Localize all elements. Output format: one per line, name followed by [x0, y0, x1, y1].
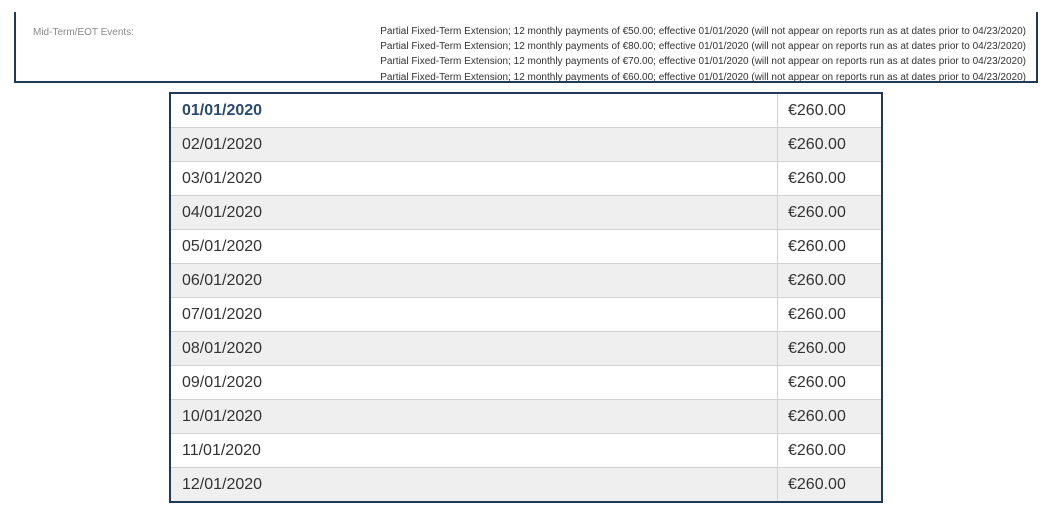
payment-amount: €260.00 — [777, 331, 882, 366]
payment-amount: €260.00 — [777, 195, 882, 230]
payment-amount: €260.00 — [777, 229, 882, 264]
table-row: 11/01/2020 €260.00 — [170, 433, 882, 468]
table-row: 05/01/2020 €260.00 — [170, 229, 882, 264]
payment-schedule-table: 01/01/2020 €260.00 02/01/2020 €260.00 03… — [169, 92, 883, 503]
payment-amount: €260.00 — [777, 365, 882, 400]
event-item: Partial Fixed-Term Extension; 12 monthly… — [380, 41, 1026, 53]
payment-date: 10/01/2020 — [170, 399, 778, 434]
events-list: Partial Fixed-Term Extension; 12 monthly… — [380, 24, 1026, 85]
table-row: 06/01/2020 €260.00 — [170, 263, 882, 298]
payment-amount: €260.00 — [777, 433, 882, 468]
payment-amount: €260.00 — [777, 263, 882, 298]
payment-amount: €260.00 — [777, 297, 882, 332]
payment-date: 05/01/2020 — [170, 229, 778, 264]
payment-date: 06/01/2020 — [170, 263, 778, 298]
mid-term-events-panel: Mid-Term/EOT Events: Partial Fixed-Term … — [14, 12, 1038, 83]
events-label: Mid-Term/EOT Events: — [33, 27, 134, 38]
table-row: 01/01/2020 €260.00 — [170, 93, 882, 128]
payment-date: 12/01/2020 — [170, 467, 778, 502]
payment-date: 11/01/2020 — [170, 433, 778, 468]
payment-date: 08/01/2020 — [170, 331, 778, 366]
table-row: 07/01/2020 €260.00 — [170, 297, 882, 332]
payment-date: 02/01/2020 — [170, 127, 778, 162]
payment-amount: €260.00 — [777, 127, 882, 162]
table-row: 02/01/2020 €260.00 — [170, 127, 882, 162]
table-row: 04/01/2020 €260.00 — [170, 195, 882, 230]
payment-date: 07/01/2020 — [170, 297, 778, 332]
event-item: Partial Fixed-Term Extension; 12 monthly… — [380, 26, 1026, 37]
payment-amount: €260.00 — [777, 467, 882, 502]
payment-amount: €260.00 — [777, 399, 882, 434]
payment-date: 04/01/2020 — [170, 195, 778, 230]
table-row: 09/01/2020 €260.00 — [170, 365, 882, 400]
table-row: 10/01/2020 €260.00 — [170, 399, 882, 434]
table-row: 12/01/2020 €260.00 — [170, 467, 882, 502]
payment-date: 01/01/2020 — [170, 93, 778, 128]
payment-date: 09/01/2020 — [170, 365, 778, 400]
event-item: Partial Fixed-Term Extension; 12 monthly… — [380, 71, 1026, 83]
table-row: 03/01/2020 €260.00 — [170, 161, 882, 196]
payment-amount: €260.00 — [777, 161, 882, 196]
table-row: 08/01/2020 €260.00 — [170, 331, 882, 366]
payment-date: 03/01/2020 — [170, 161, 778, 196]
payment-amount: €260.00 — [777, 93, 882, 128]
event-item: Partial Fixed-Term Extension; 12 monthly… — [380, 56, 1026, 68]
